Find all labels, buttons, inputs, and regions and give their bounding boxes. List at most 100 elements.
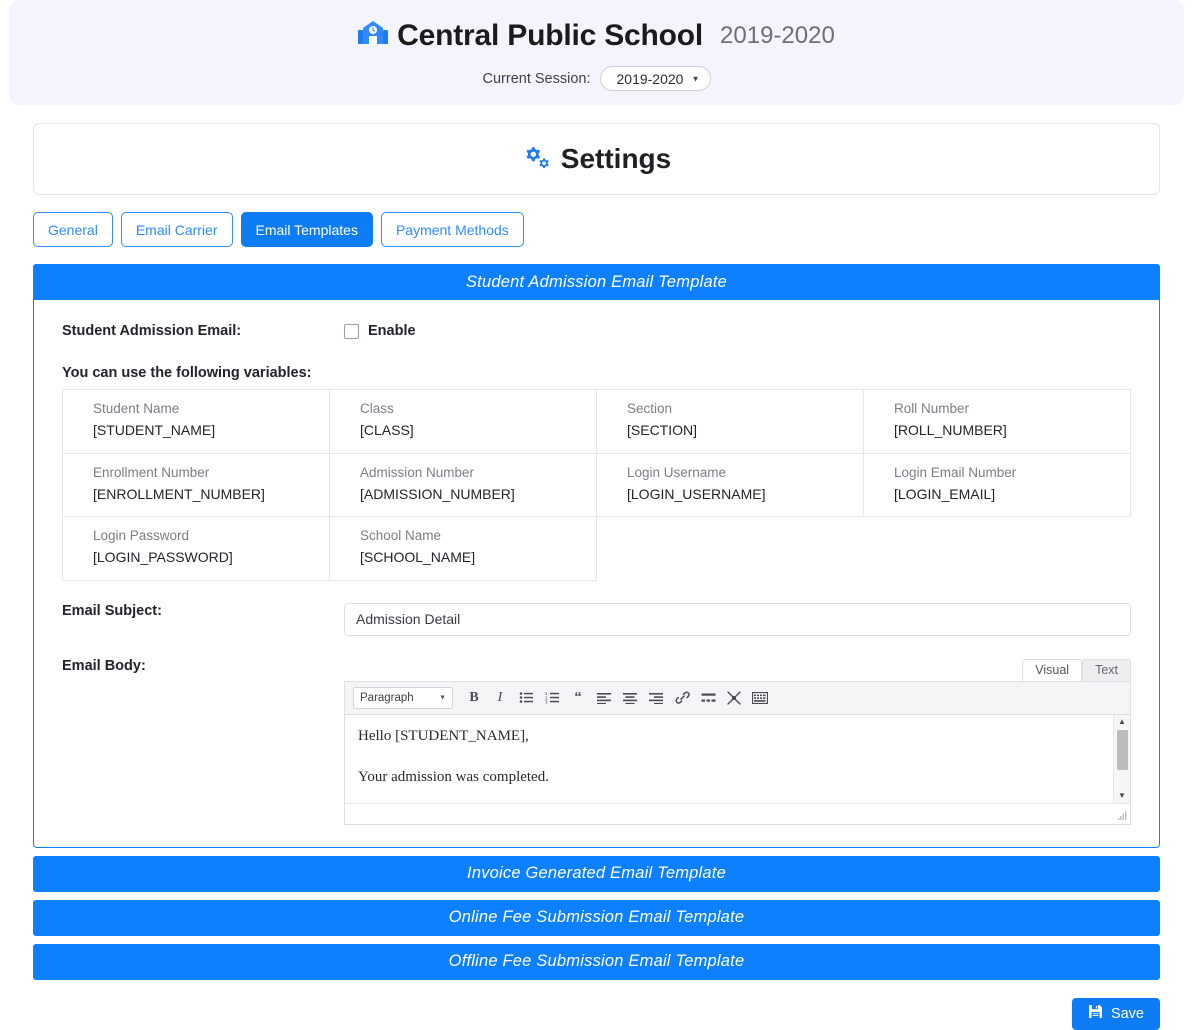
variable-name: Section (627, 399, 849, 420)
variable-name: Student Name (93, 399, 315, 420)
school-name: Central Public School (397, 19, 703, 53)
variable-name: Enrollment Number (93, 463, 315, 484)
session-select-wrapper[interactable]: 2019-2020 ▼ (600, 66, 711, 91)
school-year: 2019-2020 (720, 22, 835, 50)
align-center-icon[interactable] (619, 687, 641, 709)
settings-tabs: General Email Carrier Email Templates Pa… (33, 212, 1160, 247)
variable-key: [STUDENT_NAME] (93, 420, 315, 442)
table-row: Login Password [LOGIN_PASSWORD] School N… (63, 517, 1131, 581)
variable-cell: Enrollment Number [ENROLLMENT_NUMBER] (63, 453, 330, 517)
variable-name: Login Password (93, 526, 315, 547)
student-admission-email-label: Student Admission Email: (62, 323, 344, 339)
app-header: Central Public School 2019-2020 Current … (9, 0, 1184, 105)
numbered-list-icon[interactable]: 123 (541, 687, 563, 709)
format-select-wrapper[interactable]: Paragraph ▼ (353, 687, 453, 709)
variable-name: Class (360, 399, 582, 420)
blockquote-icon[interactable]: “ (567, 687, 589, 709)
save-button-label: Save (1111, 1006, 1144, 1022)
variable-key: [LOGIN_USERNAME] (627, 484, 849, 506)
editor-statusbar (345, 803, 1130, 824)
bold-icon[interactable]: B (463, 687, 485, 709)
email-subject-input[interactable] (344, 603, 1131, 636)
session-select[interactable]: 2019-2020 (600, 66, 711, 91)
variable-cell: Admission Number [ADMISSION_NUMBER] (330, 453, 597, 517)
variable-cell: Login Username [LOGIN_USERNAME] (597, 453, 864, 517)
paragraph-format-select[interactable]: Paragraph (353, 687, 453, 709)
editor-mode-tabs: Visual Text (344, 658, 1131, 681)
variable-name: School Name (360, 526, 582, 547)
align-left-icon[interactable] (593, 687, 615, 709)
fullscreen-icon[interactable] (723, 687, 745, 709)
email-subject-row: Email Subject: (62, 603, 1131, 636)
variable-cell: Roll Number [ROLL_NUMBER] (864, 390, 1131, 454)
email-body-label: Email Body: (62, 658, 344, 674)
email-subject-label: Email Subject: (62, 603, 344, 619)
toolbar-toggle-icon[interactable] (749, 687, 771, 709)
svg-text:3: 3 (545, 700, 548, 705)
variable-cell-empty (597, 517, 864, 581)
save-button[interactable]: Save (1072, 998, 1160, 1030)
accordion-header-online-fee-submission[interactable]: Online Fee Submission Email Template (33, 900, 1160, 936)
rich-text-editor: Visual Text Paragraph ▼ B (344, 658, 1131, 825)
align-right-icon[interactable] (645, 687, 667, 709)
settings-card: Settings (33, 123, 1160, 195)
variable-cell: Login Email Number [LOGIN_EMAIL] (864, 453, 1131, 517)
variable-key: [LOGIN_PASSWORD] (93, 547, 315, 569)
variable-key: [SECTION] (627, 420, 849, 442)
variable-cell-empty (864, 517, 1131, 581)
accordion-header-invoice-generated[interactable]: Invoice Generated Email Template (33, 856, 1160, 892)
table-row: Student Name [STUDENT_NAME] Class [CLASS… (63, 390, 1131, 454)
variable-name: Login Email Number (894, 463, 1116, 484)
editor-resize-handle[interactable] (1118, 811, 1127, 824)
accordion-header-offline-fee-submission[interactable]: Offline Fee Submission Email Template (33, 944, 1160, 980)
scrollbar-track[interactable] (1117, 730, 1128, 788)
enable-checkbox-wrapper[interactable]: Enable (344, 323, 416, 339)
editor-line: Your admission was completed. (358, 767, 1100, 789)
email-templates-accordion: Student Admission Email Template Student… (33, 264, 1160, 980)
variable-key: [ENROLLMENT_NUMBER] (93, 484, 315, 506)
tab-email-templates[interactable]: Email Templates (241, 212, 373, 247)
editor-scrollbar[interactable]: ▲ ▼ (1113, 715, 1130, 803)
enable-checkbox-label: Enable (368, 323, 416, 339)
save-floppy-icon (1088, 1004, 1103, 1023)
enable-checkbox[interactable] (344, 324, 359, 339)
variable-key: [ROLL_NUMBER] (894, 420, 1116, 442)
editor-box: Paragraph ▼ B I 123 (344, 681, 1131, 825)
scroll-down-icon[interactable]: ▼ (1118, 792, 1126, 800)
editor-toolbar: Paragraph ▼ B I 123 (345, 682, 1130, 715)
session-label: Current Session: (483, 71, 591, 87)
tab-general[interactable]: General (33, 212, 113, 247)
student-admission-enable-row: Student Admission Email: Enable (62, 323, 1131, 339)
variable-cell: Student Name [STUDENT_NAME] (63, 390, 330, 454)
scroll-up-icon[interactable]: ▲ (1118, 718, 1126, 726)
gears-icon (522, 144, 550, 175)
tab-payment-methods[interactable]: Payment Methods (381, 212, 524, 247)
variable-key: [LOGIN_EMAIL] (894, 484, 1116, 506)
editor-tab-text[interactable]: Text (1082, 659, 1131, 681)
variable-name: Login Username (627, 463, 849, 484)
editor-tab-visual[interactable]: Visual (1022, 659, 1082, 681)
variables-intro: You can use the following variables: (62, 365, 1131, 381)
variable-cell: Section [SECTION] (597, 390, 864, 454)
read-more-icon[interactable] (697, 687, 719, 709)
accordion-header-student-admission[interactable]: Student Admission Email Template (33, 264, 1160, 300)
variable-key: [ADMISSION_NUMBER] (360, 484, 582, 506)
scrollbar-thumb[interactable] (1117, 730, 1128, 770)
variable-name: Roll Number (894, 399, 1116, 420)
accordion-body-student-admission: Student Admission Email: Enable You can … (33, 300, 1160, 848)
session-row: Current Session: 2019-2020 ▼ (9, 66, 1184, 91)
tab-email-carrier[interactable]: Email Carrier (121, 212, 233, 247)
brand-row: Central Public School 2019-2020 (9, 16, 1184, 56)
editor-body[interactable]: Hello [STUDENT_NAME], Your admission was… (345, 715, 1113, 803)
editor-content-area: Hello [STUDENT_NAME], Your admission was… (345, 715, 1130, 803)
variable-cell: Login Password [LOGIN_PASSWORD] (63, 517, 330, 581)
bullet-list-icon[interactable] (515, 687, 537, 709)
variable-key: [CLASS] (360, 420, 582, 442)
save-row: Save (33, 998, 1160, 1030)
variable-name: Admission Number (360, 463, 582, 484)
variables-table: Student Name [STUDENT_NAME] Class [CLASS… (62, 389, 1131, 581)
page-title: Settings (561, 143, 671, 175)
italic-icon[interactable]: I (489, 687, 511, 709)
insert-link-icon[interactable] (671, 687, 693, 709)
email-body-row: Email Body: Visual Text Paragraph (62, 658, 1131, 825)
